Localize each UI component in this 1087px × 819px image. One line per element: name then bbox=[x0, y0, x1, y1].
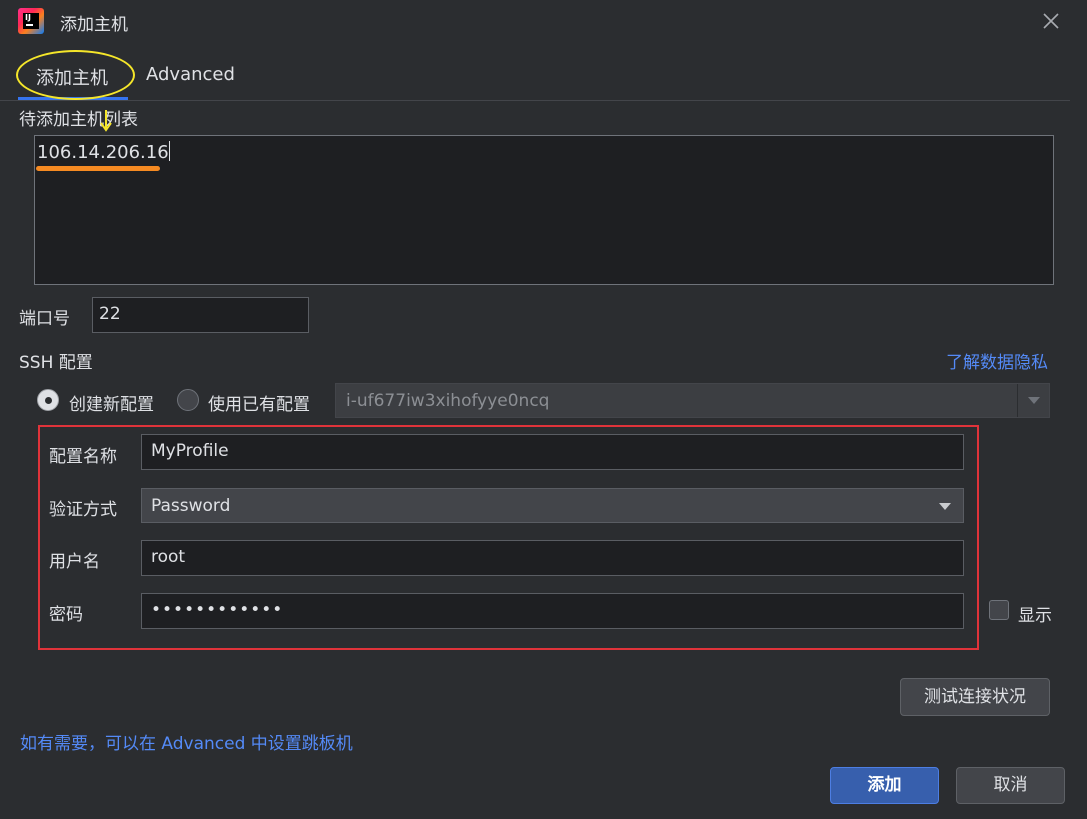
cancel-button[interactable]: 取消 bbox=[956, 767, 1065, 804]
test-connection-button[interactable]: 测试连接状况 bbox=[900, 678, 1050, 716]
tab-divider bbox=[0, 100, 1070, 101]
password-label: 密码 bbox=[49, 605, 83, 625]
radio-use-existing-label[interactable]: 使用已有配置 bbox=[208, 390, 310, 415]
annotation-arrow-icon bbox=[100, 110, 112, 132]
show-password-label[interactable]: 显示 bbox=[1018, 601, 1052, 626]
port-label: 端口号 bbox=[19, 309, 70, 329]
tab-advanced[interactable]: Advanced bbox=[146, 64, 235, 85]
show-password-checkbox[interactable] bbox=[989, 600, 1009, 620]
window-title: 添加主机 bbox=[60, 15, 128, 35]
port-input[interactable]: 22 bbox=[92, 297, 309, 333]
password-input[interactable]: •••••••••••• bbox=[141, 593, 964, 629]
username-label: 用户名 bbox=[49, 552, 100, 572]
radio-use-existing[interactable] bbox=[177, 389, 199, 411]
annotation-underline bbox=[36, 166, 160, 171]
auth-method-value: Password bbox=[151, 496, 231, 516]
existing-config-select[interactable]: i-uf677iw3xihofyye0ncq bbox=[335, 383, 1050, 418]
profile-name-input[interactable]: MyProfile bbox=[141, 434, 964, 470]
privacy-link[interactable]: 了解数据隐私 bbox=[946, 348, 1048, 373]
text-caret bbox=[168, 141, 170, 161]
radio-create-new[interactable] bbox=[37, 389, 59, 411]
ssh-config-label: SSH 配置 bbox=[19, 353, 93, 373]
close-icon[interactable] bbox=[1036, 6, 1066, 36]
auth-method-select[interactable]: Password bbox=[141, 488, 964, 523]
add-button[interactable]: 添加 bbox=[830, 767, 939, 804]
profile-name-label: 配置名称 bbox=[49, 447, 117, 467]
host-list-value: 106.14.206.16 bbox=[37, 142, 169, 163]
annotation-circle bbox=[16, 50, 135, 100]
chevron-down-icon bbox=[1017, 384, 1049, 417]
app-logo-icon: IJ bbox=[18, 8, 44, 34]
radio-create-new-label[interactable]: 创建新配置 bbox=[69, 390, 154, 415]
host-list-textarea[interactable]: 106.14.206.16 bbox=[34, 135, 1054, 285]
auth-method-label: 验证方式 bbox=[49, 500, 117, 520]
host-list-label: 待添加主机列表 bbox=[19, 110, 138, 130]
existing-config-value: i-uf677iw3xihofyye0ncq bbox=[346, 391, 550, 411]
jump-host-hint[interactable]: 如有需要，可以在 Advanced 中设置跳板机 bbox=[20, 729, 353, 754]
username-input[interactable]: root bbox=[141, 540, 964, 576]
